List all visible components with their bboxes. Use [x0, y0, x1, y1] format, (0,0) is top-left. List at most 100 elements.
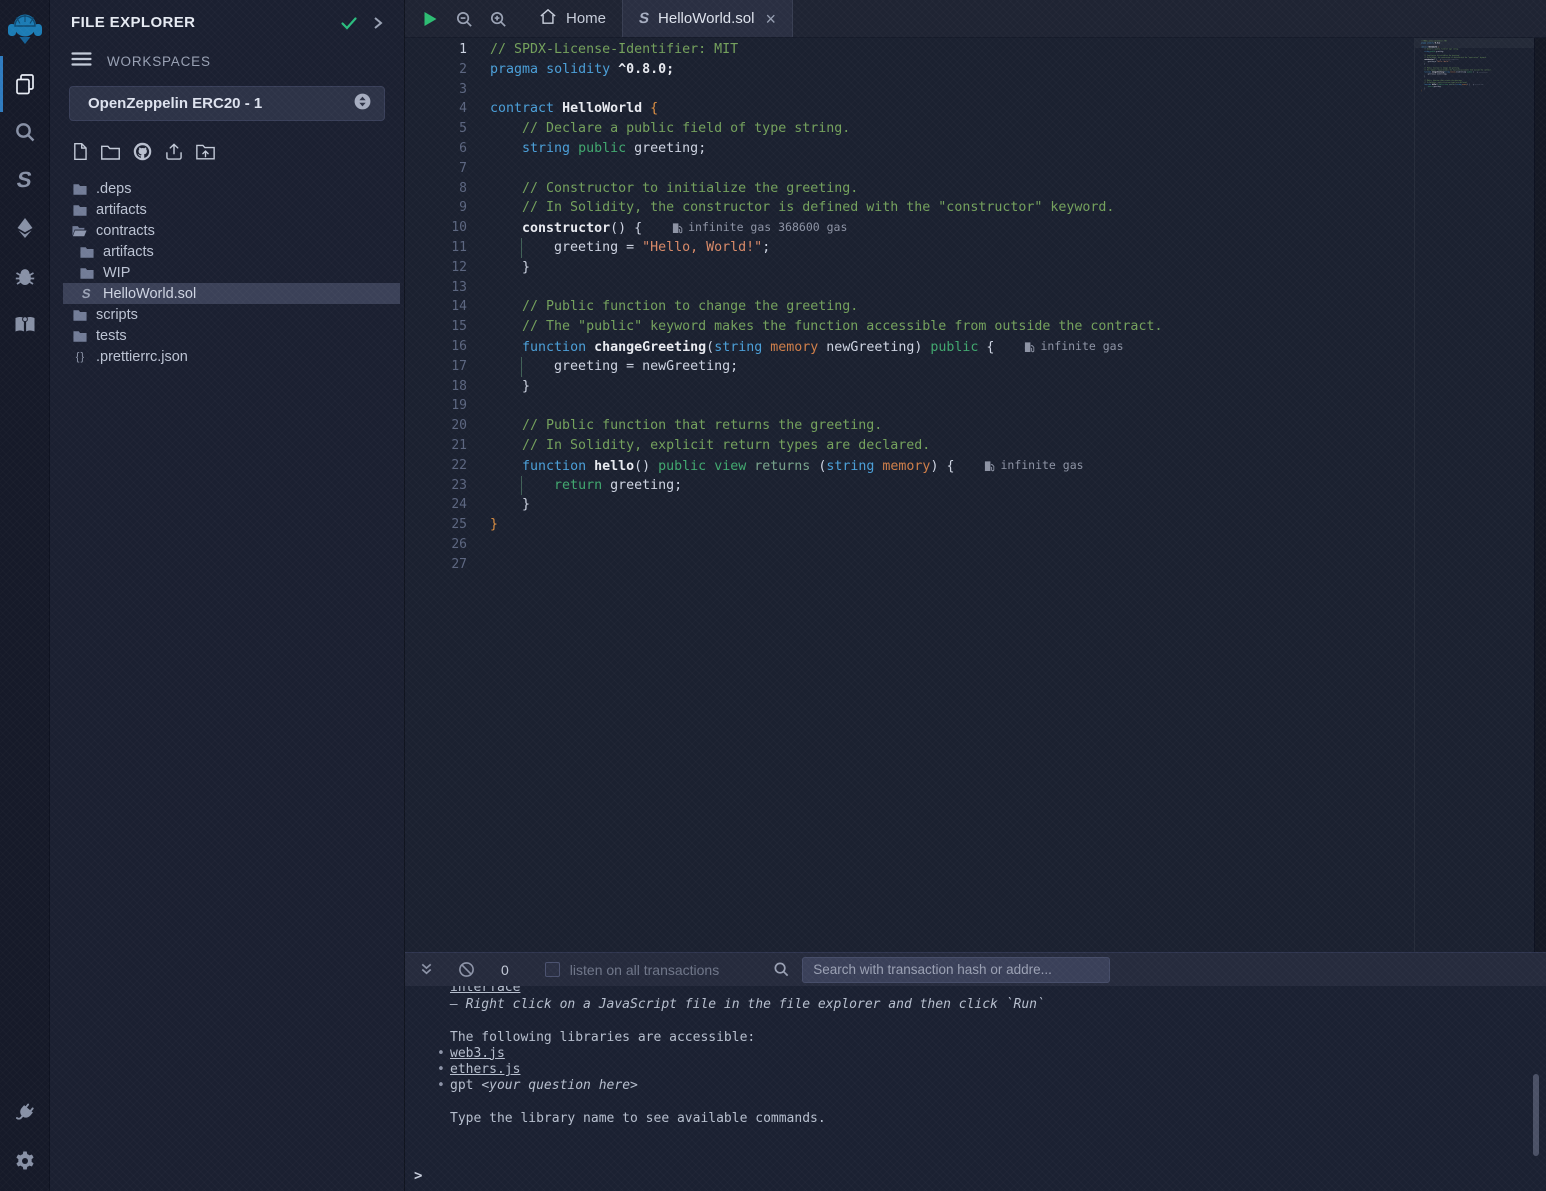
- tree-item-label: artifacts: [103, 244, 154, 260]
- terminal-link[interactable]: web3.js: [450, 1046, 505, 1061]
- deploy-run-icon: [13, 216, 37, 240]
- clear-console-icon[interactable]: [458, 961, 475, 978]
- terminal-line: [450, 1013, 1546, 1029]
- tree-item-label: contracts: [96, 223, 155, 239]
- tree-item--prettierrc-json[interactable]: { }.prettierrc.json: [63, 346, 400, 367]
- code-line-25: }: [490, 515, 1534, 535]
- code-line-14: // Public function to change the greetin…: [1421, 67, 1526, 69]
- tree-item-wip[interactable]: WIP: [63, 262, 400, 283]
- terminal-line: [450, 1095, 1546, 1111]
- tab-helloworld-sol[interactable]: S HelloWorld.sol ×: [622, 0, 793, 37]
- code-line-23: return greeting;: [490, 476, 1534, 496]
- line-number: 13: [405, 278, 490, 298]
- file-explorer-icon: [13, 72, 37, 96]
- workspace-select[interactable]: OpenZeppelin ERC20 - 1: [69, 86, 385, 121]
- gas-estimate-badge: infinite gas 368600 gas: [1440, 59, 1458, 61]
- terminal-search-icon: [773, 961, 790, 978]
- line-number: 23: [405, 476, 490, 496]
- folder-icon: [72, 183, 87, 195]
- tree-item-artifacts[interactable]: artifacts: [63, 199, 400, 220]
- tree-item-artifacts[interactable]: artifacts: [63, 241, 400, 262]
- editor-tabbar: Home S HelloWorld.sol ×: [405, 0, 1546, 38]
- tree-item--deps[interactable]: .deps: [63, 178, 400, 199]
- folder-icon: [72, 330, 87, 342]
- code-line-14: // Public function to change the greetin…: [490, 297, 1534, 317]
- workspaces-menu-icon[interactable]: [71, 51, 92, 72]
- file-explorer-panel: FILE EXPLORER WORKSPACES OpenZeppelin ER…: [50, 0, 405, 1191]
- learneth-book-icon: [13, 312, 37, 336]
- code-line-9: // In Solidity, the constructor is defin…: [490, 198, 1534, 218]
- code-line-21: // In Solidity, explicit return types ar…: [1421, 82, 1526, 84]
- editor-gutter[interactable]: 1234567891011121314151617181920212223242…: [405, 38, 490, 952]
- new-folder-icon[interactable]: [100, 143, 121, 161]
- collapse-terminal-icon[interactable]: [419, 962, 434, 977]
- tree-item-label: .deps: [96, 181, 131, 197]
- tab-label: HelloWorld.sol: [658, 10, 754, 27]
- tree-item-contracts[interactable]: contracts: [63, 220, 400, 241]
- code-line-25: }: [1421, 90, 1526, 92]
- line-number: 7: [405, 159, 490, 179]
- sidebar-item-debugger[interactable]: [0, 252, 50, 300]
- code-line-16: function changeGreeting(string memory ne…: [490, 337, 1534, 357]
- sidebar-item-settings[interactable]: [0, 1137, 50, 1185]
- braces-icon: { }: [72, 351, 87, 363]
- terminal-search-input[interactable]: [802, 957, 1110, 983]
- sidebar-item-learneth[interactable]: [0, 300, 50, 348]
- panel-header: FILE EXPLORER: [50, 0, 404, 31]
- code-line-15: // The "public" keyword makes the functi…: [1421, 69, 1526, 71]
- line-number: 3: [405, 80, 490, 100]
- sidebar-item-solidity-compiler[interactable]: S: [0, 156, 50, 204]
- code-line-24: }: [490, 495, 1534, 515]
- terminal-line[interactable]: web3.js: [450, 1046, 1546, 1062]
- code-line-6: string public greeting;: [1421, 50, 1526, 52]
- terminal-link[interactable]: ethers.js: [450, 1062, 520, 1077]
- terminal-output[interactable]: interface – Right click on a JavaScript …: [405, 986, 1546, 1191]
- editor-minimap[interactable]: // SPDX-License-Identifier: MITpragma so…: [1414, 38, 1534, 952]
- sidebar-item-deploy-run[interactable]: [0, 204, 50, 252]
- code-line-27: [1421, 94, 1526, 96]
- terminal-line[interactable]: ethers.js: [450, 1062, 1546, 1078]
- icon-sidebar: S: [0, 0, 50, 1191]
- code-lines: // SPDX-License-Identifier: MITpragma so…: [490, 38, 1534, 575]
- run-script-button[interactable]: [413, 0, 447, 38]
- terminal-scrollbar-thumb[interactable]: [1533, 1074, 1539, 1156]
- tree-item-helloworld-sol[interactable]: SHelloWorld.sol: [63, 283, 400, 304]
- upload-folder-icon[interactable]: [195, 142, 216, 161]
- code-line-12: }: [490, 258, 1534, 278]
- code-line-13: [490, 278, 1534, 298]
- code-line-11: greeting = "Hello, World!";: [490, 238, 1534, 258]
- github-clone-icon[interactable]: [132, 141, 153, 162]
- folder-icon: [72, 309, 87, 321]
- home-icon: [539, 8, 557, 29]
- chevron-right-icon[interactable]: [372, 15, 384, 31]
- code-line-19: [490, 396, 1534, 416]
- line-number: 17: [405, 357, 490, 377]
- zoom-in-icon[interactable]: [481, 0, 515, 38]
- code-line-1: // SPDX-License-Identifier: MIT: [490, 40, 1534, 60]
- code-line-22: function hello() public view returns (st…: [1421, 84, 1526, 86]
- minimap-code: // SPDX-License-Identifier: MITpragma so…: [1421, 40, 1526, 96]
- code-line-17: greeting = newGreeting;: [490, 357, 1534, 377]
- sidebar-item-plugin-manager[interactable]: [0, 1089, 50, 1137]
- code-editor[interactable]: 1234567891011121314151617181920212223242…: [405, 38, 1534, 952]
- checkmark-icon[interactable]: [340, 15, 358, 31]
- code-line-18: }: [1421, 75, 1526, 77]
- close-tab-icon[interactable]: ×: [765, 10, 776, 28]
- tree-item-tests[interactable]: tests: [63, 325, 400, 346]
- zoom-out-icon[interactable]: [447, 0, 481, 38]
- sidebar-item-search[interactable]: [0, 108, 50, 156]
- upload-file-icon[interactable]: [164, 142, 184, 162]
- transaction-count-badge: 0: [501, 962, 509, 978]
- new-file-icon[interactable]: [71, 142, 89, 161]
- tree-item-scripts[interactable]: scripts: [63, 304, 400, 325]
- terminal-panel: 0 listen on all transactions interface –…: [405, 952, 1546, 1191]
- tab-home[interactable]: Home: [523, 0, 622, 37]
- folder-icon: [79, 267, 94, 279]
- listen-transactions-checkbox[interactable]: [545, 962, 560, 977]
- code-line-8: // Constructor to initialize the greetin…: [490, 179, 1534, 199]
- remix-logo[interactable]: [0, 0, 50, 52]
- line-number: 10: [405, 218, 490, 238]
- tree-item-label: tests: [96, 328, 127, 344]
- terminal-prompt[interactable]: >: [414, 1168, 422, 1184]
- sidebar-item-file-explorer[interactable]: [0, 60, 50, 108]
